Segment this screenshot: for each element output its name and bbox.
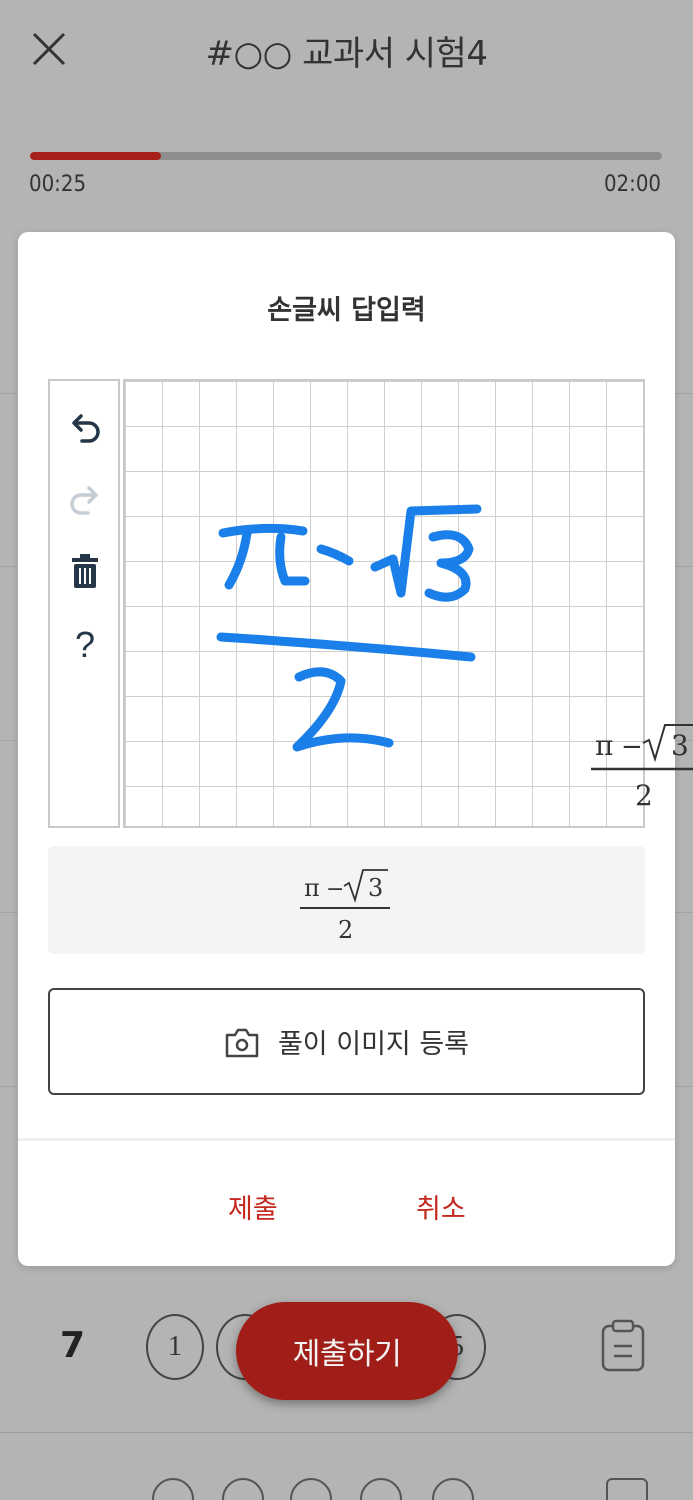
preview-minus: − [621,732,643,762]
preview-denominator: 2 [635,779,653,812]
note-icon[interactable] [600,1318,646,1374]
choice-option-partial[interactable] [290,1478,332,1500]
submit-all-button[interactable]: 제출하기 [236,1302,458,1400]
background-divider [0,1432,693,1433]
upload-button-label: 풀이 이미지 등록 [277,1029,470,1060]
cancel-button[interactable]: 취소 [416,1187,466,1226]
choice-option-partial[interactable] [222,1478,264,1500]
upload-solution-image-button[interactable]: 풀이 이미지 등록 [48,988,645,1095]
timer-progress-bar [30,152,662,160]
result-radicand: 3 [368,874,383,902]
redo-arrow-icon [70,486,98,515]
choice-option-partial[interactable] [432,1478,474,1500]
clear-button[interactable] [61,547,109,595]
background-divider [0,566,18,567]
tool-panel: ? [48,379,120,828]
handwriting-strokes [216,504,482,752]
undo-arrow-icon [72,414,100,443]
choice-option-partial[interactable] [360,1478,402,1500]
trash-icon [72,554,98,588]
recognized-formula: π − 3 2 [300,869,390,944]
page-title: #○○ 교과서 시험4 [205,34,488,74]
result-denominator: 2 [338,916,353,944]
result-minus: − [326,877,344,902]
background-divider [673,1086,693,1087]
background-divider [0,740,18,741]
preview-radicand: 3 [671,729,689,762]
handwriting-canvas[interactable]: π − 3 2 [123,379,693,828]
handwriting-input-dialog: 손글씨 답입력 ? π − 3 2 π − 3 2 풀이 이미지 등록 제출 취… [18,232,693,1266]
choice-option-1[interactable]: 1 [146,1314,204,1380]
timer-progress-fill [30,152,162,160]
time-total: 02:00 [603,172,661,197]
recognized-preview: π − 3 2 [591,724,693,812]
recognized-result-box: π − 3 2 [48,846,645,954]
redo-button[interactable] [61,475,109,523]
background-divider [673,912,693,913]
result-pi: π [304,874,320,902]
undo-button[interactable] [61,403,109,451]
note-icon[interactable] [606,1478,648,1500]
help-button[interactable]: ? [61,621,109,669]
dialog-divider [18,1138,675,1141]
dialog-title: 손글씨 답입력 [267,295,426,326]
background-divider [673,393,693,394]
preview-pi: π [595,729,613,762]
background-divider [0,912,18,913]
background-divider [0,393,18,394]
question-number: 7 [60,1325,86,1366]
time-elapsed: 00:25 [29,172,87,197]
camera-icon [225,1028,259,1057]
submit-button[interactable]: 제출 [228,1187,278,1226]
choice-option-partial[interactable] [152,1478,194,1500]
background-divider [673,566,693,567]
handwriting-editor: ? π − 3 2 [48,379,693,828]
background-divider [0,1086,18,1087]
